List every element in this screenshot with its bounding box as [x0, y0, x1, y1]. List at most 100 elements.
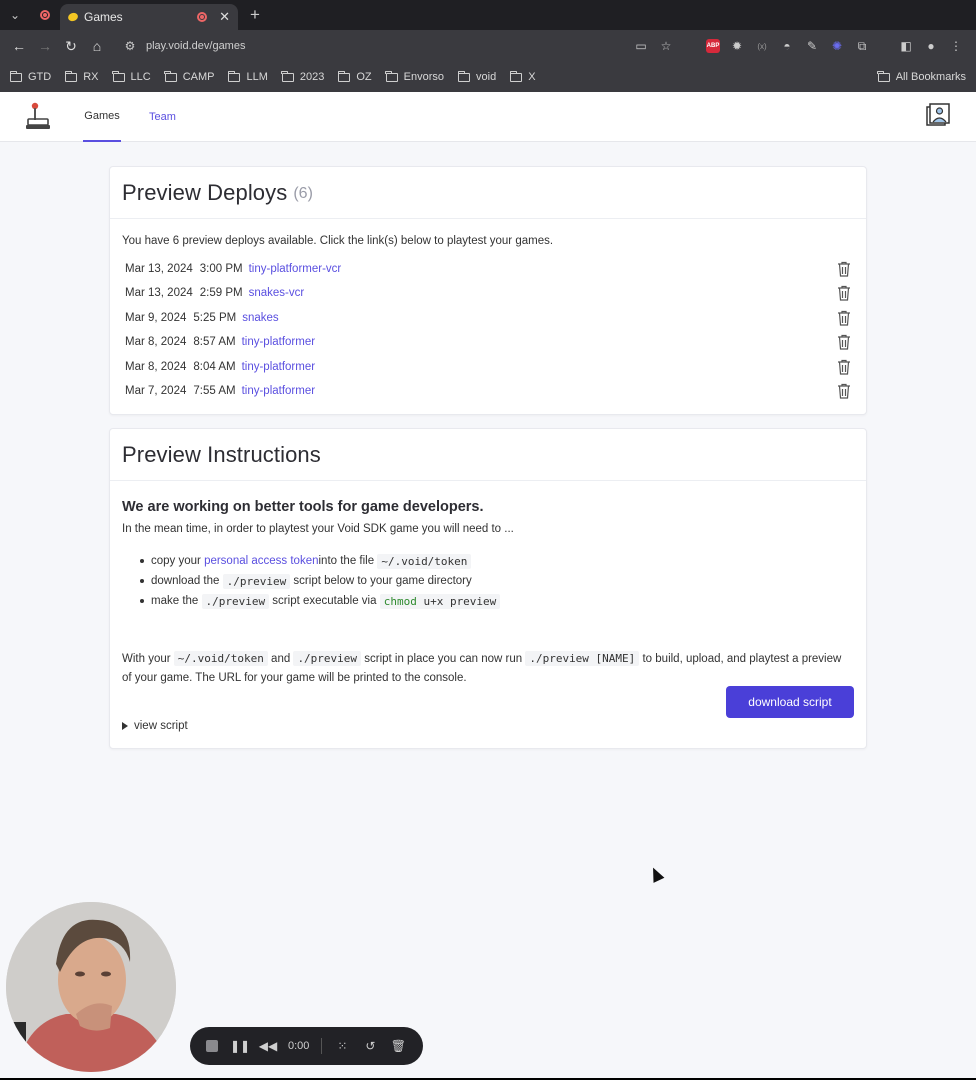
- profile-icon[interactable]: ●: [923, 38, 939, 54]
- app-navbar: Games Team: [0, 92, 976, 142]
- bookmark-folder[interactable]: X: [509, 70, 536, 83]
- new-tab-button[interactable]: +: [250, 5, 260, 25]
- instructions-subtext: In the mean time, in order to playtest y…: [122, 523, 514, 535]
- trash-icon[interactable]: [836, 310, 852, 326]
- joystick-logo-icon[interactable]: [24, 102, 52, 132]
- tab-games[interactable]: Games: [83, 92, 121, 142]
- sidebar-icon[interactable]: ◧: [898, 38, 914, 54]
- card-header: Preview Deploys (6): [110, 167, 866, 219]
- deploy-row: Mar 9, 2024 5:25 PM snakes: [125, 308, 852, 328]
- deploy-time: 8:57 AM: [193, 336, 236, 348]
- menu-kebab-icon[interactable]: ⋮: [948, 38, 964, 54]
- extensions-puzzle-icon[interactable]: ⧉: [854, 38, 870, 54]
- url-input[interactable]: play.void.dev/games: [146, 40, 245, 52]
- preview-deploys-card: Preview Deploys (6) You have 6 preview d…: [109, 166, 867, 415]
- deploy-link[interactable]: snakes: [242, 312, 278, 324]
- stop-icon: [206, 1040, 218, 1052]
- trash-icon[interactable]: [836, 285, 852, 301]
- recording-timer: 0:00: [288, 1040, 310, 1052]
- forward-icon[interactable]: →: [34, 35, 56, 57]
- list-item: make the ./preview script executable via…: [140, 591, 501, 611]
- deploy-row: Mar 8, 2024 8:04 AM tiny-platformer: [125, 357, 852, 377]
- page-title: Preview Deploys: [122, 179, 288, 205]
- extension-bracket-icon[interactable]: (x): [754, 38, 770, 54]
- divider: [321, 1038, 323, 1054]
- list-item: copy your personal access token into the …: [140, 551, 500, 571]
- pause-icon[interactable]: ❚❚: [230, 1038, 250, 1054]
- deploy-link[interactable]: tiny-platformer: [242, 385, 316, 397]
- folder-icon: [281, 70, 294, 82]
- tab-games[interactable]: Games ✕: [60, 4, 238, 30]
- camera-icon[interactable]: ▭: [633, 38, 649, 54]
- delete-recording-icon[interactable]: 🗑: [390, 1038, 406, 1054]
- star-icon[interactable]: ☆: [658, 38, 674, 54]
- download-script-button[interactable]: download script: [726, 686, 854, 718]
- bookmark-folder[interactable]: LLC: [112, 70, 151, 83]
- tab-search-chevron-icon[interactable]: ⌄: [0, 0, 30, 30]
- eyedropper-icon[interactable]: ✎: [804, 38, 820, 54]
- bookmark-folder[interactable]: Envorso: [385, 70, 444, 83]
- deploy-date: Mar 9, 2024: [125, 312, 187, 324]
- deploy-row: Mar 13, 2024 2:59 PM snakes-vcr: [125, 283, 852, 303]
- folder-icon: [227, 70, 241, 82]
- preview-code: ./preview: [293, 651, 362, 666]
- preview-run-code: ./preview [NAME]: [525, 651, 640, 666]
- tab-recording-icon: [197, 12, 208, 22]
- tab-team[interactable]: Team: [149, 92, 176, 142]
- deploy-date: Mar 7, 2024: [125, 385, 187, 397]
- tab-close-icon[interactable]: ✕: [219, 9, 230, 25]
- deploy-row: Mar 13, 2024 3:00 PM tiny-platformer-vcr: [125, 259, 852, 279]
- deploy-time: 7:55 AM: [193, 385, 236, 397]
- deploy-link[interactable]: tiny-platformer: [242, 361, 316, 373]
- instructions-title: Preview Instructions: [122, 441, 321, 467]
- chmod-command-code: chmod u+x preview: [379, 593, 501, 609]
- bookmark-folder[interactable]: 2023: [281, 70, 324, 83]
- deploy-date: Mar 8, 2024: [125, 336, 187, 348]
- adblock-icon[interactable]: ABP: [706, 39, 720, 53]
- deploy-time: 8:04 AM: [193, 361, 236, 373]
- view-script-toggle[interactable]: view script: [122, 720, 188, 732]
- folder-icon: [64, 70, 78, 82]
- trash-icon[interactable]: [836, 334, 852, 350]
- bookmark-folder[interactable]: GTD: [9, 70, 51, 83]
- webcam-overlay: [6, 902, 176, 1072]
- deploy-link[interactable]: tiny-platformer-vcr: [249, 263, 342, 275]
- all-bookmarks[interactable]: All Bookmarks: [877, 70, 966, 83]
- list-item: download the ./preview script below to y…: [140, 571, 500, 591]
- preview-code: ./preview: [222, 573, 291, 589]
- site-info-icon[interactable]: ⚙: [122, 38, 138, 54]
- preview-instructions-card: Preview Instructions We are working on b…: [109, 428, 867, 749]
- token-path-code: ~/.void/token: [173, 651, 268, 666]
- reload-icon[interactable]: ↻: [60, 35, 82, 57]
- bookmarks-bar: GTD RX LLC CAMP LLM 2023 OZ Envorso void…: [0, 62, 976, 92]
- bookmark-folder[interactable]: void: [457, 70, 496, 83]
- trash-icon[interactable]: [836, 383, 852, 399]
- instructions-heading: We are working on better tools for game …: [122, 499, 484, 515]
- tab-recording[interactable]: [30, 0, 60, 30]
- bookmark-folder[interactable]: OZ: [337, 70, 372, 83]
- extension-gear-icon[interactable]: ✹: [729, 38, 745, 54]
- deploy-time: 2:59 PM: [199, 287, 243, 299]
- stop-recording-button[interactable]: [204, 1038, 220, 1054]
- deploy-row: Mar 8, 2024 8:57 AM tiny-platformer: [125, 332, 852, 352]
- bookmark-folder[interactable]: LLM: [227, 70, 268, 83]
- personal-access-token-link[interactable]: personal access token: [204, 555, 318, 567]
- trash-icon[interactable]: [836, 261, 852, 277]
- grid-icon[interactable]: ⁙: [334, 1038, 350, 1054]
- extension-colorful-icon[interactable]: ✺: [829, 38, 845, 54]
- extension-hat-icon[interactable]: ◓: [779, 38, 795, 54]
- home-icon[interactable]: ⌂: [86, 35, 108, 57]
- rewind-icon[interactable]: ◀◀: [259, 1038, 277, 1054]
- folder-icon: [457, 70, 471, 82]
- bookmark-folder[interactable]: RX: [64, 70, 99, 83]
- user-avatar-icon[interactable]: [925, 103, 951, 129]
- folder-icon: [9, 70, 22, 82]
- bookmark-folder[interactable]: CAMP: [164, 70, 214, 83]
- deploy-link[interactable]: snakes-vcr: [249, 287, 305, 299]
- recording-icon: [40, 10, 50, 20]
- deploy-link[interactable]: tiny-platformer: [242, 336, 316, 348]
- trash-icon[interactable]: [836, 359, 852, 375]
- deploy-row: Mar 7, 2024 7:55 AM tiny-platformer: [125, 381, 852, 401]
- back-icon[interactable]: ←: [8, 35, 30, 57]
- restart-icon[interactable]: ↺: [362, 1038, 378, 1054]
